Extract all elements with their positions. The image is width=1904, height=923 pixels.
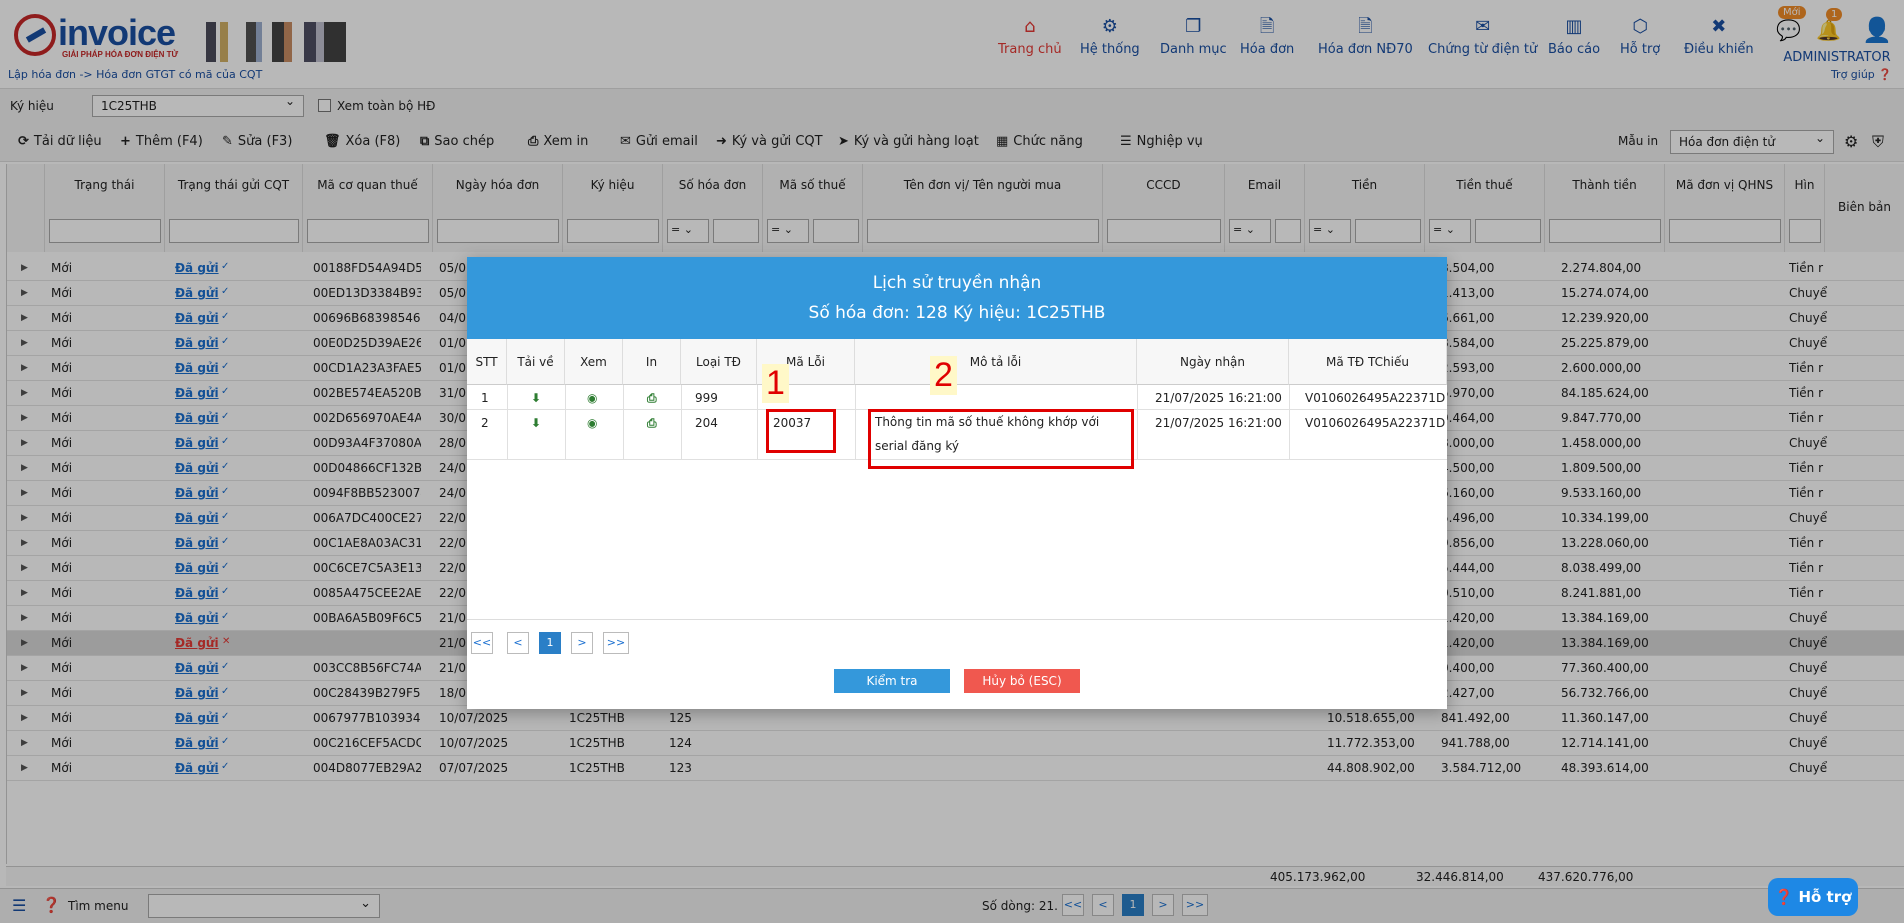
dialog-current-page-button[interactable]: 1 bbox=[539, 632, 561, 654]
dialog-row-ref: V0106026495A22371DB bbox=[1305, 416, 1445, 430]
dialog-last-page-button[interactable]: >> bbox=[603, 632, 629, 654]
dialog-row-stt: 1 bbox=[481, 391, 489, 405]
help-circle-icon: ❓ bbox=[1774, 888, 1794, 906]
pager-divider bbox=[467, 619, 1447, 620]
dialog-column-header: Loại TĐ bbox=[681, 339, 757, 385]
dialog-row-type: 204 bbox=[695, 416, 718, 430]
dialog-row-stt: 2 bbox=[481, 416, 489, 430]
annotation-label-1: 1 bbox=[762, 364, 789, 403]
check-button[interactable]: Kiểm tra bbox=[834, 669, 950, 693]
dialog-row-ref: V0106026495A22371DB bbox=[1305, 391, 1445, 405]
view-eye-icon[interactable]: ◉ bbox=[587, 391, 597, 405]
dialog-prev-page-button[interactable]: < bbox=[507, 632, 529, 654]
dialog-column-header: STT bbox=[467, 339, 507, 385]
dialog-column-header: Ngày nhận bbox=[1137, 339, 1289, 385]
dialog-row-date: 21/07/2025 16:21:00 bbox=[1155, 416, 1282, 430]
dialog-subtitle: Số hóa đơn: 128 Ký hiệu: 1C25THB bbox=[808, 303, 1106, 323]
download-icon[interactable]: ⬇ bbox=[531, 391, 541, 405]
dialog-row: 1 ⬇ ◉ ⎙ 999 21/07/2025 16:21:00 V0106026495A22… bbox=[467, 385, 1447, 410]
dialog-column-header: In bbox=[623, 339, 681, 385]
dialog-column-header: Tải về bbox=[507, 339, 565, 385]
dialog-next-page-button[interactable]: > bbox=[571, 632, 593, 654]
support-label: Hỗ trợ bbox=[1798, 888, 1852, 906]
dialog-column-header: Xem bbox=[565, 339, 623, 385]
download-icon[interactable]: ⬇ bbox=[531, 416, 541, 430]
view-eye-icon[interactable]: ◉ bbox=[587, 416, 597, 430]
print-icon[interactable]: ⎙ bbox=[647, 416, 657, 431]
annotation-box-error-code bbox=[766, 409, 836, 453]
annotation-box-error-description bbox=[868, 409, 1134, 469]
dialog-column-header: Mã TĐ TChiếu bbox=[1289, 339, 1447, 385]
dialog-title: Lịch sử truyền nhận bbox=[872, 273, 1042, 293]
annotation-label-2: 2 bbox=[930, 356, 957, 395]
dialog-first-page-button[interactable]: << bbox=[471, 632, 493, 654]
dialog-column-header: Mô tả lỗi bbox=[855, 339, 1137, 385]
cancel-button[interactable]: Hủy bỏ (ESC) bbox=[964, 669, 1080, 693]
transmission-history-dialog: Lịch sử truyền nhận Số hóa đơn: 128 Ký h… bbox=[467, 257, 1447, 709]
print-icon[interactable]: ⎙ bbox=[647, 391, 657, 406]
dialog-row-date: 21/07/2025 16:21:00 bbox=[1155, 391, 1282, 405]
support-button[interactable]: ❓ Hỗ trợ bbox=[1768, 878, 1858, 916]
dialog-row-type: 999 bbox=[695, 391, 718, 405]
dialog-header: Lịch sử truyền nhận Số hóa đơn: 128 Ký h… bbox=[467, 257, 1447, 339]
